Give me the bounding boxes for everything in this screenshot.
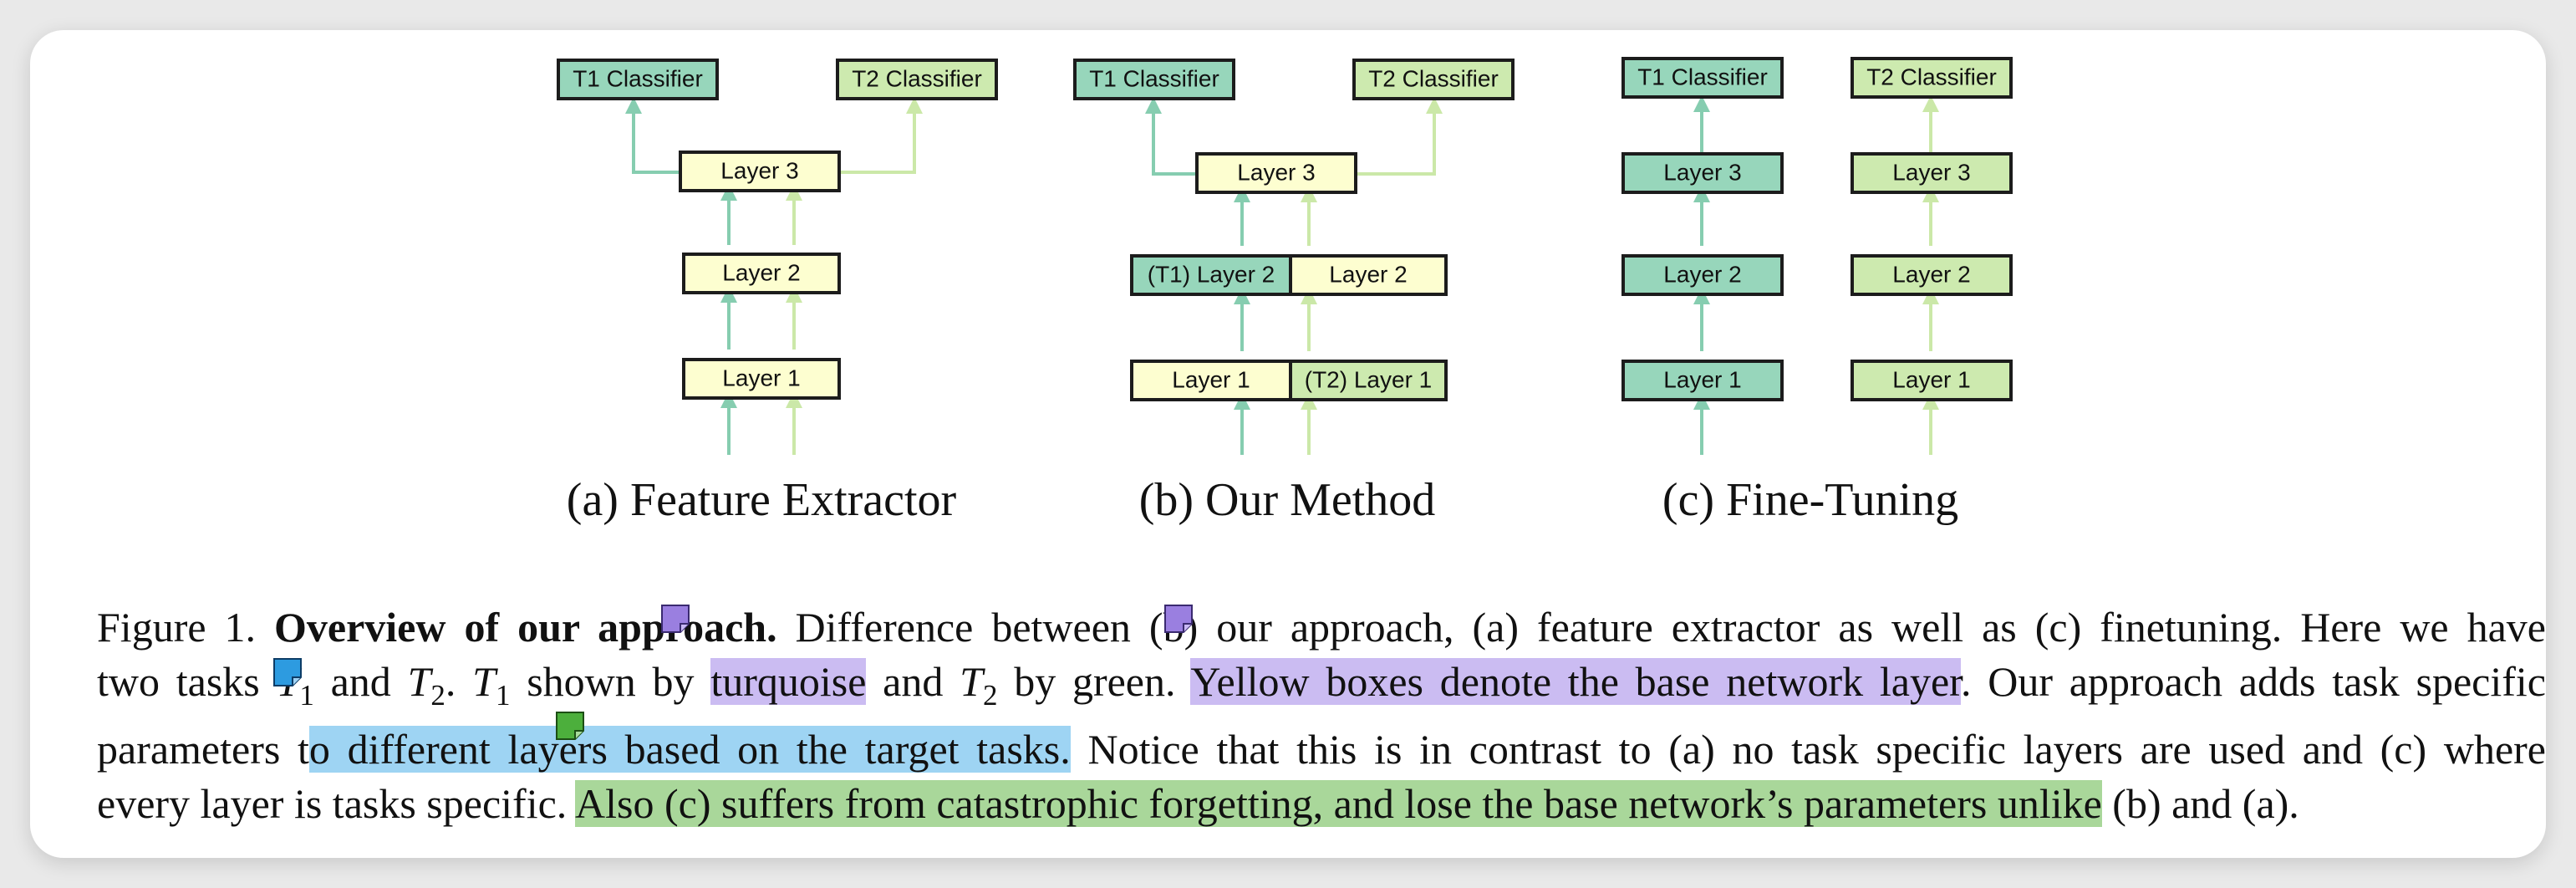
svg-text:T1 Classifier: T1 Classifier (1637, 64, 1768, 89)
caption-text: two tasks (97, 658, 277, 705)
t2-layer-2-box: Layer 2 (1851, 254, 2013, 296)
caption-text: parameters t (97, 726, 309, 773)
layer-1-box: Layer 1 (682, 358, 841, 400)
panel-fine-tuning: T1 Classifier T2 Classifier Layer 3 Laye… (1621, 57, 2013, 526)
caption-text: . Our approach adds task specific (1961, 658, 2546, 705)
t2-classifier-box: T2 Classifier (1851, 57, 2013, 99)
t1-classifier-box: T1 Classifier (557, 59, 719, 100)
caption-line-4: every layer is tasks specific. Also (c) … (97, 777, 2546, 831)
svg-text:Layer 3: Layer 3 (1237, 159, 1315, 185)
caption-text: and (313, 658, 408, 705)
highlight-catastrophic-forgetting[interactable]: Also (c) suffers from catastrophic forge… (575, 780, 2102, 827)
svg-text:(T2) Layer 1: (T2) Layer 1 (1305, 366, 1433, 392)
caption-text: Difference between (b) our approach, (a)… (776, 604, 2546, 651)
t2-layer-3-box: Layer 3 (1851, 152, 2013, 194)
caption-text: and (866, 658, 960, 705)
caption-title: Overview of our approach. (274, 604, 777, 651)
panel-c-caption: (c) Fine-Tuning (1662, 474, 1958, 526)
svg-text:Layer 2: Layer 2 (1892, 261, 1970, 287)
math-t2: T2 (407, 658, 445, 712)
t2-classifier-box: T2 Classifier (1352, 59, 1515, 100)
panel-our-method: T1 Classifier T2 Classifier Layer 3 (T1)… (1073, 59, 1515, 526)
highlight-turquoise[interactable]: turquoise (710, 658, 867, 705)
t1-layer-3-box: Layer 3 (1621, 152, 1784, 194)
svg-text:Layer 2: Layer 2 (1329, 261, 1407, 287)
diagram: T1 Classifier T2 Classifier Layer 3 Laye… (557, 57, 2013, 526)
svg-text:Layer 2: Layer 2 (1663, 261, 1741, 287)
svg-text:Layer 1: Layer 1 (1892, 366, 1970, 392)
t1-layer-2-box: (T1) Layer 2 (1130, 254, 1292, 296)
svg-text:Layer 2: Layer 2 (722, 259, 800, 285)
sticky-note-icon[interactable] (660, 604, 690, 634)
math-t1: T1 (472, 658, 511, 712)
caption-line-2: two tasks T1 and T2. T1 shown by turquoi… (97, 655, 2546, 722)
svg-text:Layer 1: Layer 1 (722, 365, 800, 390)
t2-classifier-box: T2 Classifier (836, 59, 998, 100)
caption-text: Notice that this is in contrast to (a) n… (1070, 726, 2546, 773)
layer-3-box: Layer 3 (679, 151, 841, 192)
caption-text: (b) and (a). (2101, 780, 2299, 827)
panel-a-caption: (a) Feature Extractor (567, 474, 957, 526)
svg-text:T1 Classifier: T1 Classifier (573, 65, 703, 91)
svg-text:T2 Classifier: T2 Classifier (852, 65, 982, 91)
caption-line-3: parameters to different layers based on … (97, 722, 2546, 777)
figure-caption: Figure 1. Overview of our approach. Diff… (97, 600, 2546, 831)
sticky-note-icon[interactable] (1163, 604, 1194, 634)
svg-text:T2 Classifier: T2 Classifier (1866, 64, 1997, 89)
sticky-note-icon[interactable] (555, 711, 585, 741)
svg-text:Layer 3: Layer 3 (1663, 159, 1741, 185)
svg-text:T2 Classifier: T2 Classifier (1368, 65, 1499, 91)
highlight-yellow-boxes[interactable]: Yellow boxes denote the base network lay… (1190, 658, 1962, 705)
figure-card: T1 Classifier T2 Classifier Layer 3 Laye… (30, 30, 2546, 858)
math-t2: T2 (960, 658, 998, 712)
sticky-note-icon[interactable] (272, 657, 303, 687)
t2-layer-1-box: Layer 1 (1851, 360, 2013, 401)
figure-label: Figure 1. (97, 604, 257, 651)
caption-text: . (445, 658, 473, 705)
layer-2-box: Layer 2 (682, 253, 841, 294)
caption-text: shown by (510, 658, 711, 705)
layer-3-box: Layer 3 (1195, 152, 1357, 194)
t2-layer-1-box: (T2) Layer 1 (1289, 360, 1448, 401)
svg-text:Layer 1: Layer 1 (1172, 366, 1250, 392)
svg-text:Layer 3: Layer 3 (720, 157, 798, 183)
svg-text:T1 Classifier: T1 Classifier (1089, 65, 1219, 91)
panel-feature-extractor: T1 Classifier T2 Classifier Layer 3 Laye… (557, 59, 998, 526)
t1-classifier-box: T1 Classifier (1621, 57, 1784, 99)
caption-line-1: Figure 1. Overview of our approach. Diff… (97, 600, 2546, 655)
svg-text:(T1) Layer 2: (T1) Layer 2 (1148, 261, 1275, 287)
svg-text:Layer 1: Layer 1 (1663, 366, 1741, 392)
caption-text: every layer is tasks specific. (97, 780, 576, 827)
svg-text:Layer 3: Layer 3 (1892, 159, 1970, 185)
layer-2-box: Layer 2 (1289, 254, 1448, 296)
highlight-different-layers[interactable]: o different layers based on the target t… (308, 726, 1071, 773)
panel-b-caption: (b) Our Method (1139, 474, 1436, 526)
layer-1-box: Layer 1 (1130, 360, 1292, 401)
t1-classifier-box: T1 Classifier (1073, 59, 1235, 100)
caption-text: by green. (997, 658, 1191, 705)
t1-layer-1-box: Layer 1 (1621, 360, 1784, 401)
t1-layer-2-box: Layer 2 (1621, 254, 1784, 296)
